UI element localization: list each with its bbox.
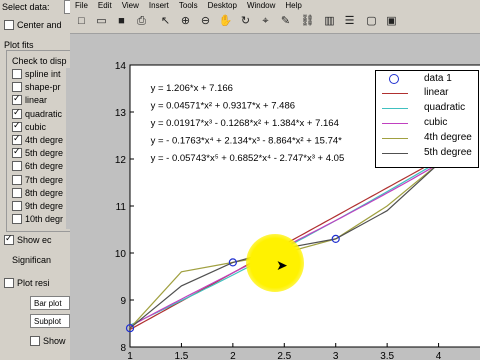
subplot-dropdown[interactable]: Subplot: [30, 314, 70, 328]
fit-type-label: 8th degre: [25, 187, 64, 198]
checkbox-box[interactable]: [12, 174, 22, 185]
checkbox-box[interactable]: [4, 278, 14, 288]
legend[interactable]: data 1 linear quadratic cubic 4th degree 5th…: [375, 70, 479, 168]
legend-entry: linear: [376, 86, 478, 100]
significant-digits-label: Significan: [12, 255, 52, 265]
checkbox-box[interactable]: [4, 20, 14, 30]
checkbox-box[interactable]: [12, 133, 22, 145]
legend-line-swatch: [382, 123, 408, 124]
y-tick-label: 10: [115, 249, 127, 260]
cursor-highlight: [246, 234, 304, 292]
legend-entry: quadratic: [376, 101, 478, 115]
legend-label: linear: [424, 87, 449, 98]
check-to-display-label: Check to disp: [12, 56, 67, 66]
plot-residuals-checkbox[interactable]: Plot resi: [4, 277, 50, 289]
y-tick-label: 14: [115, 61, 127, 72]
center-scale-checkbox[interactable]: Center and: [4, 19, 62, 31]
checkbox-box[interactable]: [12, 214, 22, 225]
select-data-label: Select data:: [2, 2, 50, 12]
x-tick-label: 3: [333, 351, 339, 360]
fit-type-checkbox[interactable]: 5th degre: [12, 146, 64, 159]
checkbox-box[interactable]: [12, 93, 22, 106]
y-tick-label: 8: [120, 343, 126, 354]
fit-type-label: 6th degre: [25, 161, 64, 172]
fit-equation: y = - 0.05743*x⁵ + 0.6852*x⁴ - 2.747*x³ …: [151, 153, 345, 164]
checkbox-box[interactable]: [12, 69, 22, 79]
fit-type-label: 7th degre: [25, 174, 64, 185]
x-tick-label: 2: [230, 351, 236, 360]
show-norm-checkbox[interactable]: Show: [30, 335, 66, 347]
checkbox-box[interactable]: [12, 107, 22, 119]
y-tick-label: 9: [120, 296, 126, 307]
checkbox-box[interactable]: [30, 336, 40, 346]
center-label: Center and: [17, 20, 62, 30]
y-tick-label: 13: [115, 108, 127, 119]
bar-plot-dropdown[interactable]: Bar plot: [30, 296, 70, 310]
checkbox-box[interactable]: [12, 120, 22, 132]
figure-window: File Edit View Insert Tools Desktop Window Help…: [70, 0, 480, 360]
checkbox-box[interactable]: [12, 146, 22, 159]
show-equations-checkbox[interactable]: Show ec: [4, 233, 52, 246]
fit-equation: y = 0.01917*x³ - 0.1268*x² + 1.384*x + 7…: [151, 118, 339, 129]
fit-type-checkbox[interactable]: spline int: [12, 68, 61, 80]
fit-type-label: quadratic: [25, 108, 63, 119]
basic-fitting-panel: Select data: Center and Plot fits Check …: [0, 0, 72, 360]
fit-equation: y = 1.206*x + 7.166: [151, 83, 233, 94]
legend-line-swatch: [382, 138, 408, 139]
fit-type-checkbox[interactable]: 10th degr: [12, 213, 63, 225]
fit-type-label: 9th degre: [25, 201, 64, 211]
fit-type-checkbox[interactable]: 8th degre: [12, 187, 63, 199]
legend-label-data: data 1: [424, 73, 452, 84]
legend-line-swatch: [382, 108, 408, 109]
checkbox-box[interactable]: [12, 187, 22, 198]
show-norm-label: Show: [43, 336, 66, 346]
legend-entry: 4th degree: [376, 131, 478, 145]
fit-type-checkbox[interactable]: 7th degre: [12, 174, 63, 186]
show-equations-label: Show ec: [17, 235, 52, 245]
fit-equation: y = - 0.1763*x⁴ + 2.134*x³ - 8.864*x² + …: [151, 135, 343, 146]
x-tick-label: 1.5: [174, 351, 188, 360]
fit-type-checkbox[interactable]: 4th degre: [12, 133, 64, 146]
fit-type-checkbox[interactable]: shape-pr: [12, 81, 61, 93]
legend-line-swatch: [382, 93, 408, 94]
checkbox-box[interactable]: [12, 82, 22, 93]
fit-type-checkbox[interactable]: 9th degre: [12, 200, 63, 212]
checkbox-box[interactable]: [4, 233, 14, 245]
fit-types-list: spline int shape-pr linear quadratic cubic 4t…: [8, 68, 66, 229]
legend-label: cubic: [424, 117, 448, 128]
x-tick-label: 1: [127, 351, 133, 360]
legend-label: 4th degree: [424, 132, 472, 143]
fit-type-label: cubic: [25, 121, 47, 132]
fit-type-label: 4th degre: [25, 135, 64, 145]
fit-type-label: 10th degr: [25, 214, 64, 225]
fit-type-label: spline int: [25, 69, 61, 79]
plot-residuals-label: Plot resi: [17, 278, 50, 288]
x-tick-label: 3.5: [380, 351, 394, 360]
legend-line-swatch: [382, 153, 408, 154]
legend-entry: cubic: [376, 116, 478, 130]
mouse-pointer-icon: ➤: [276, 257, 288, 273]
y-tick-label: 12: [115, 155, 127, 166]
fit-equation: y = 0.04571*x² + 0.9317*x + 7.486: [151, 100, 295, 111]
fit-type-checkbox[interactable]: linear: [12, 93, 48, 106]
x-tick-label: 4: [436, 351, 442, 360]
y-tick-label: 11: [116, 202, 127, 213]
fit-type-checkbox[interactable]: quadratic: [12, 107, 63, 120]
fit-type-label: 5th degre: [25, 148, 64, 159]
checkbox-box[interactable]: [12, 161, 22, 172]
circle-marker-icon: [389, 74, 399, 84]
fit-type-checkbox[interactable]: 6th degre: [12, 160, 63, 172]
legend-label: quadratic: [424, 102, 466, 113]
x-tick-label: 2.5: [277, 351, 291, 360]
checkbox-box[interactable]: [12, 201, 22, 211]
plot-chart: 89101112131411.522.533.544.5y = 1.206*x …: [115, 61, 480, 360]
legend-label: 5th degree: [424, 147, 472, 158]
legend-entry-data: data 1: [376, 72, 478, 86]
legend-entry: 5th degree: [376, 146, 478, 160]
fit-type-checkbox[interactable]: cubic: [12, 120, 47, 133]
plot-fits-label: Plot fits: [4, 40, 34, 50]
fit-type-label: shape-pr: [25, 82, 61, 93]
fit-type-label: linear: [25, 95, 48, 106]
